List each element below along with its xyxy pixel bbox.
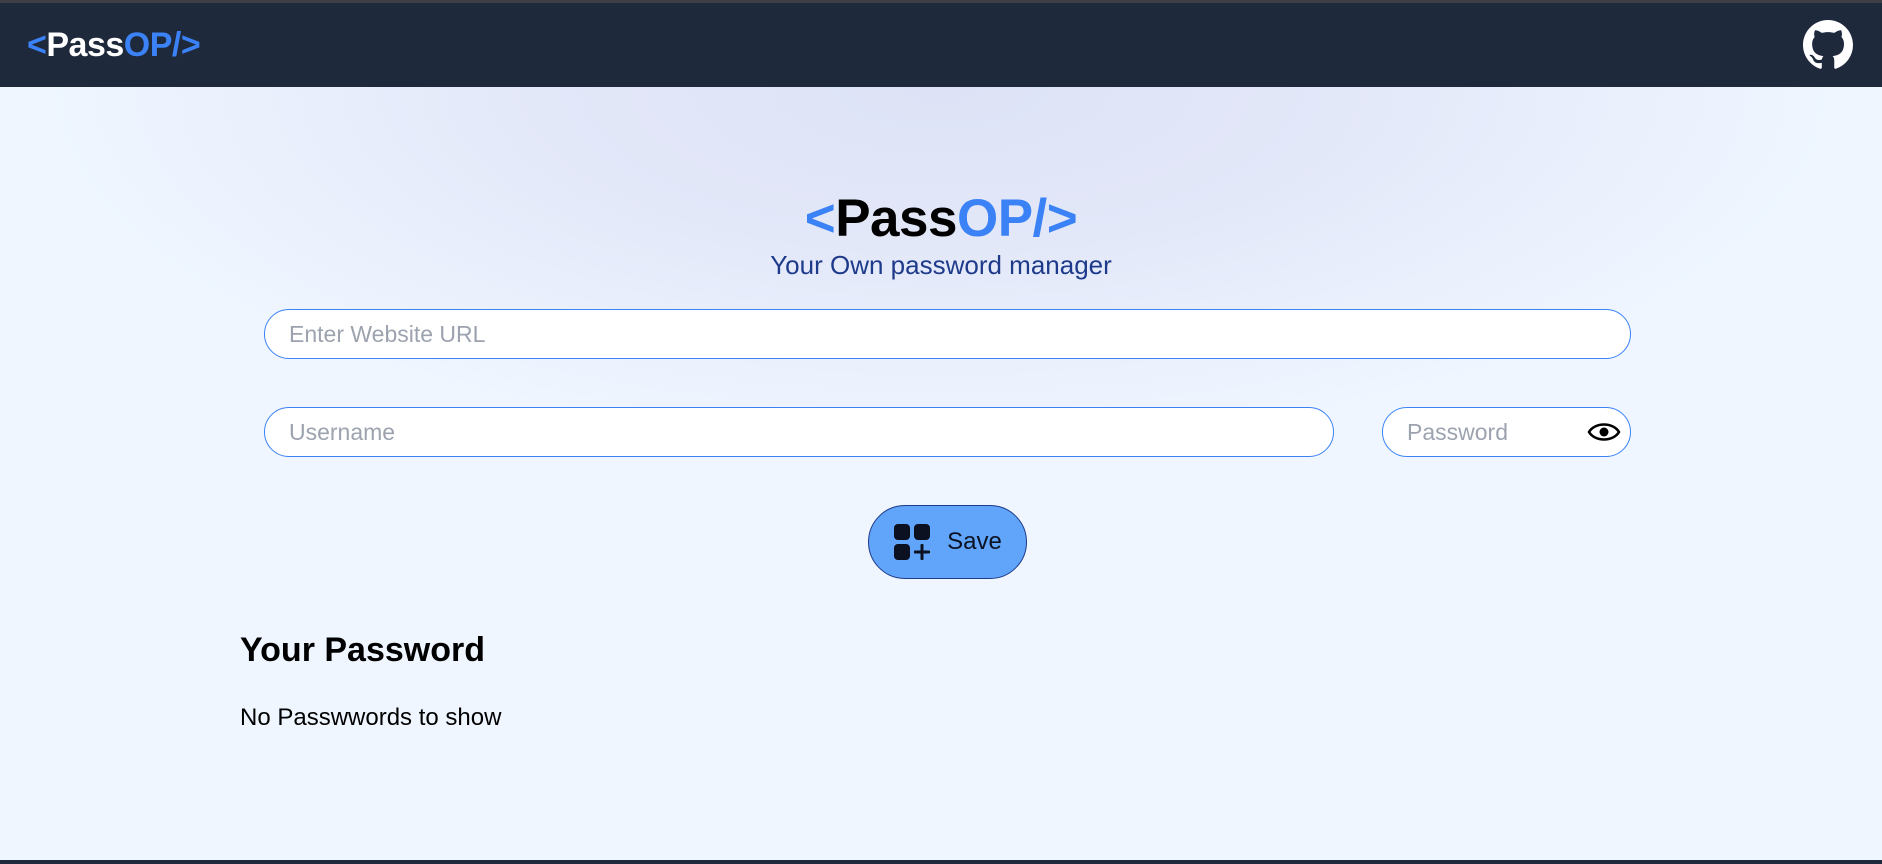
nav-logo[interactable]: <PassOP/>	[27, 25, 201, 65]
nav-logo-bracket: <	[27, 25, 47, 64]
password-field-wrapper	[1382, 407, 1631, 457]
nav-logo-op: OP/>	[123, 25, 201, 64]
navbar: <PassOP/>	[0, 3, 1882, 87]
github-icon	[1803, 20, 1853, 69]
github-button[interactable]	[1802, 19, 1854, 71]
tagline: Your Own password manager	[770, 250, 1112, 280]
nav-logo-pass: Pass	[46, 25, 124, 64]
username-input[interactable]	[264, 407, 1334, 457]
save-button-label: Save	[947, 528, 1002, 555]
hero-logo-bracket: <	[804, 189, 836, 248]
save-button[interactable]: Save	[868, 505, 1027, 579]
passwords-section-title: Your Password	[240, 631, 485, 669]
hero-logo-op: OP/>	[956, 189, 1078, 248]
website-url-input[interactable]	[264, 309, 1631, 359]
main-content: <PassOP/> Your Own password manager Save…	[0, 87, 1882, 860]
hero-logo-pass: Pass	[835, 189, 957, 248]
add-grid-icon	[894, 524, 931, 560]
window-bottom-border	[0, 860, 1882, 864]
eye-icon	[1587, 423, 1621, 441]
hero-logo: <PassOP/>	[0, 188, 1882, 249]
empty-passwords-message: No Passwwords to show	[240, 704, 502, 731]
show-password-toggle[interactable]	[1587, 417, 1621, 447]
